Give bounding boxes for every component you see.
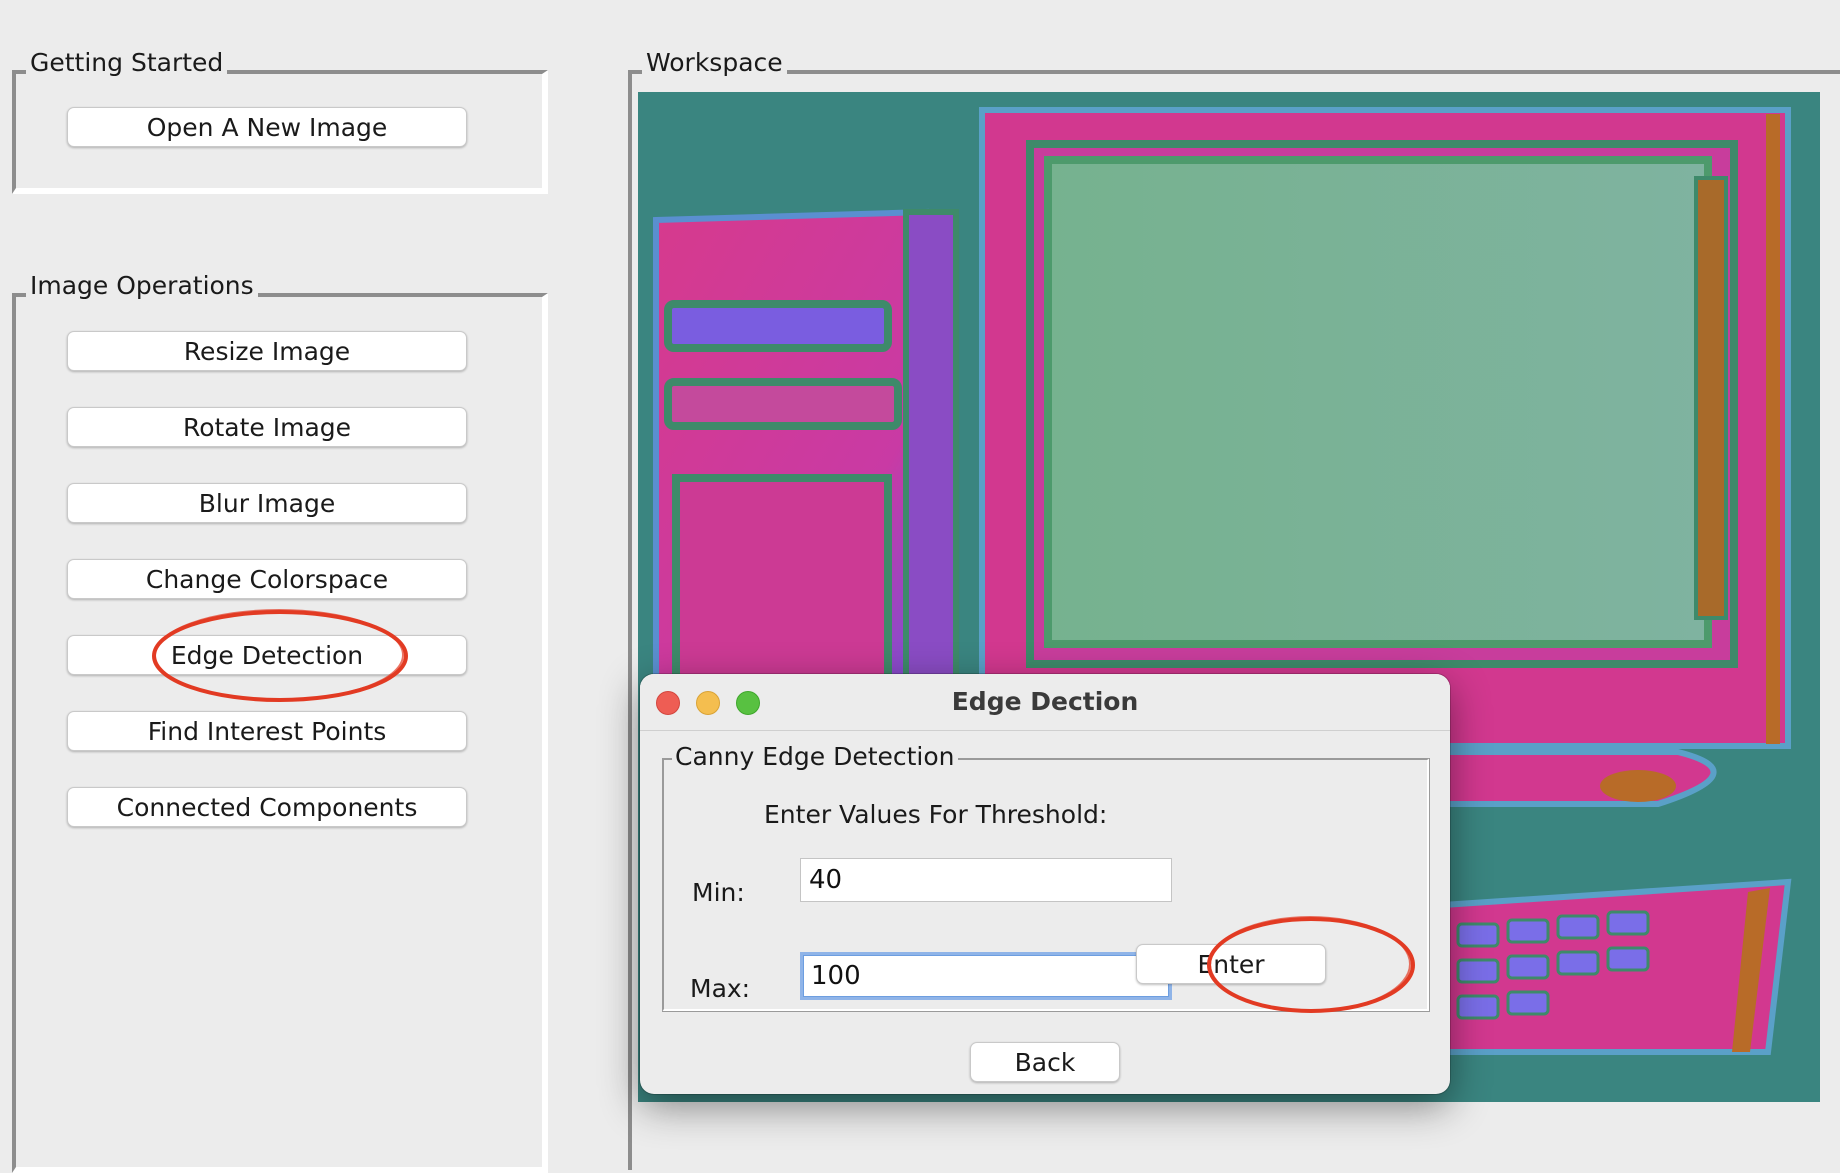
change-colorspace-button[interactable]: Change Colorspace <box>67 559 467 599</box>
back-button[interactable]: Back <box>970 1042 1120 1082</box>
dialog-title: Edge Dection <box>951 687 1139 716</box>
edge-detection-dialog: Edge Dection Canny Edge Detection Enter … <box>640 674 1450 1094</box>
rotate-image-button[interactable]: Rotate Image <box>67 407 467 447</box>
min-threshold-input[interactable]: 40 <box>800 858 1172 902</box>
max-label: Max: <box>690 974 751 1003</box>
max-threshold-input[interactable]: 100 <box>800 952 1172 1000</box>
threshold-instruction: Enter Values For Threshold: <box>764 800 1108 829</box>
min-label: Min: <box>692 878 745 907</box>
dialog-titlebar[interactable]: Edge Dection <box>640 674 1450 731</box>
resize-image-button[interactable]: Resize Image <box>67 331 467 371</box>
connected-components-button[interactable]: Connected Components <box>67 787 467 827</box>
edge-detection-button[interactable]: Edge Detection <box>67 635 467 675</box>
workspace-title: Workspace <box>642 48 787 78</box>
blur-image-button[interactable]: Blur Image <box>67 483 467 523</box>
canny-group-title: Canny Edge Detection <box>672 742 958 772</box>
enter-button[interactable]: Enter <box>1136 944 1326 984</box>
open-new-image-button[interactable]: Open A New Image <box>67 107 467 147</box>
find-interest-points-button[interactable]: Find Interest Points <box>67 711 467 751</box>
image-operations-title: Image Operations <box>26 271 258 301</box>
getting-started-title: Getting Started <box>26 48 228 78</box>
